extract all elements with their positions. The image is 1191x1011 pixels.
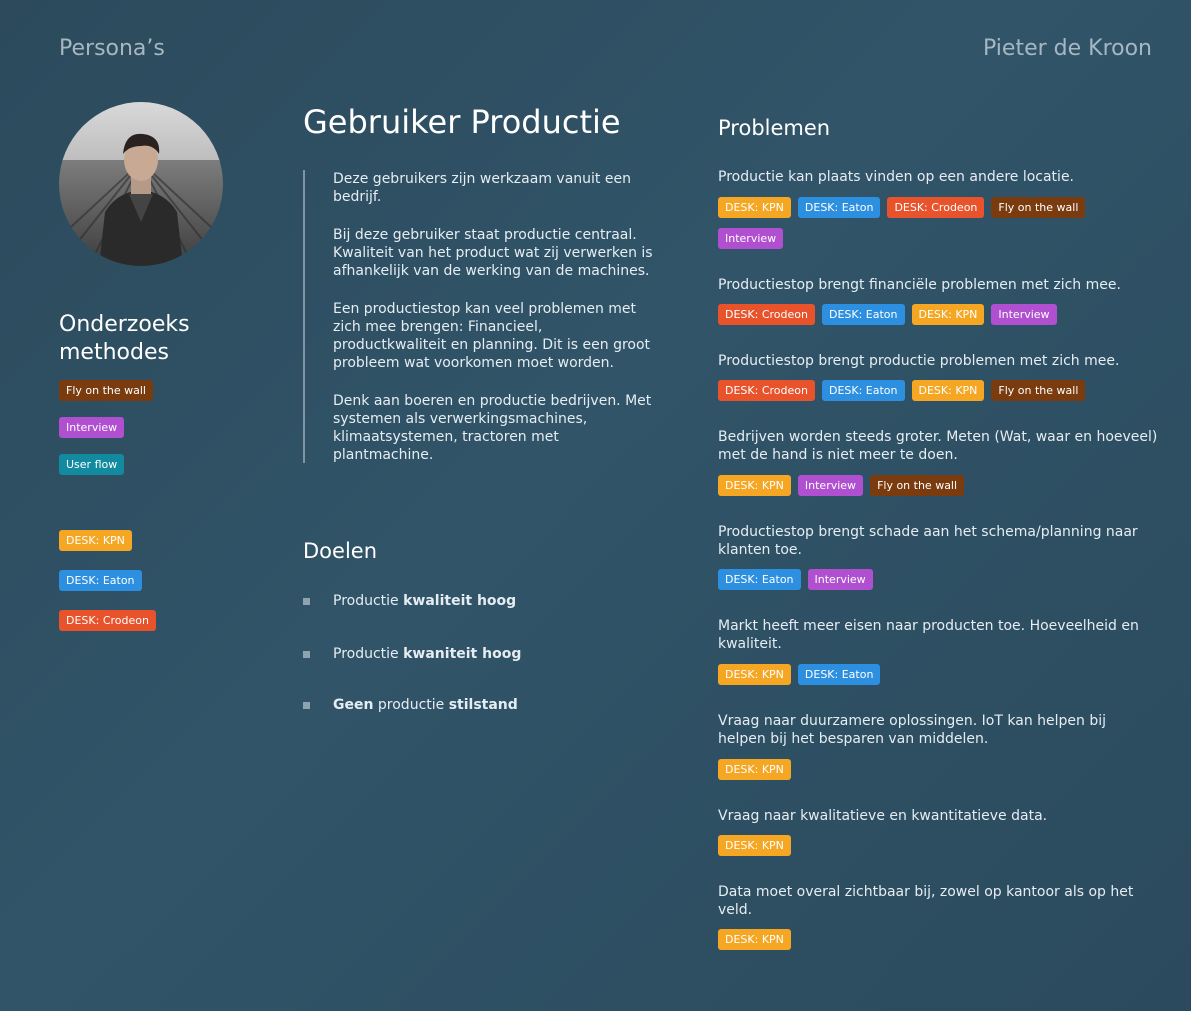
tag-desk-eaton: DESK: Eaton bbox=[797, 664, 881, 685]
goal-emphasis: stilstand bbox=[448, 697, 518, 713]
tag-desk-kpn: DESK: KPN bbox=[718, 759, 791, 780]
problem-tags: DESK: Crodeon DESK: Eaton DESK: KPN Fly on … bbox=[718, 380, 1092, 401]
tag-interview: Interview bbox=[797, 475, 864, 496]
tag-desk-kpn: DESK: KPN bbox=[59, 530, 132, 551]
section-title: Persona’s bbox=[59, 36, 165, 61]
persona-description: Deze gebruikers zijn werkzaam vanuit een… bbox=[303, 170, 660, 463]
problem-text: Markt heeft meer eisen naar producten to… bbox=[718, 618, 1139, 652]
tag-user-flow: User flow bbox=[59, 454, 125, 475]
problem-text: Productiestop brengt productie problemen… bbox=[718, 353, 1120, 369]
persona-title: Gebruiker Productie bbox=[303, 103, 621, 141]
tag-desk-kpn: DESK: KPN bbox=[718, 835, 791, 856]
description-paragraph: Denk aan boeren en productie bedrijven. … bbox=[333, 393, 652, 463]
problem-text: Bedrijven worden steeds groter. Meten (W… bbox=[718, 429, 1158, 463]
problem-tags: DESK: KPN DESK: Eaton DESK: Crodeon Fly on … bbox=[718, 197, 1092, 218]
problem-tags: DESK: KPN bbox=[718, 759, 798, 780]
tag-desk-eaton: DESK: Eaton bbox=[718, 569, 801, 590]
description-paragraph: Bij deze gebruiker staat productie centr… bbox=[333, 227, 653, 279]
tag-desk-kpn: DESK: KPN bbox=[718, 197, 791, 218]
goal-text: productie bbox=[373, 697, 449, 713]
tag-interview: Interview bbox=[991, 304, 1057, 325]
problem-tags: DESK: Crodeon DESK: Eaton DESK: KPN Intervi… bbox=[718, 304, 1064, 325]
tag-desk-eaton: DESK: Eaton bbox=[797, 197, 881, 218]
problem-tags: DESK: KPN bbox=[718, 835, 798, 856]
problem-text: Productiestop brengt financiële probleme… bbox=[718, 277, 1121, 293]
tag-desk-kpn: DESK: KPN bbox=[911, 380, 985, 401]
tag-fly-on-the-wall: Fly on the wall bbox=[991, 380, 1086, 401]
author-name: Pieter de Kroon bbox=[983, 36, 1152, 61]
tag-desk-kpn: DESK: KPN bbox=[718, 475, 791, 496]
problem-text: Data moet overal zichtbaar bij, zowel op… bbox=[718, 884, 1134, 918]
tag-desk-kpn: DESK: KPN bbox=[718, 929, 791, 950]
tag-fly-on-the-wall: Fly on the wall bbox=[991, 197, 1086, 218]
tag-desk-kpn: DESK: KPN bbox=[911, 304, 985, 325]
problem-text: Vraag naar duurzamere oplossingen. IoT k… bbox=[718, 713, 1107, 747]
avatar-photo bbox=[59, 102, 223, 266]
problem-tags: Interview bbox=[718, 228, 790, 249]
problem-tags: DESK: KPN bbox=[718, 929, 798, 950]
goal-emphasis: Geen bbox=[333, 697, 374, 713]
description-paragraph: Deze gebruikers zijn werkzaam vanuit een… bbox=[333, 171, 631, 205]
tag-interview: Interview bbox=[807, 569, 873, 590]
tag-desk-crodeon: DESK: Crodeon bbox=[59, 610, 156, 631]
tag-desk-crodeon: DESK: Crodeon bbox=[718, 380, 815, 401]
avatar bbox=[59, 102, 223, 266]
problem-tags: DESK: Eaton Interview bbox=[718, 569, 880, 590]
tag-desk-eaton: DESK: Eaton bbox=[821, 380, 905, 401]
goal-text: Productie bbox=[333, 593, 404, 609]
problem-text: Productiestop brengt schade aan het sche… bbox=[718, 524, 1138, 558]
tag-fly-on-the-wall: Fly on the wall bbox=[870, 475, 965, 496]
bullet-icon bbox=[303, 598, 310, 605]
goal-emphasis: kwaniteit hoog bbox=[403, 646, 522, 662]
tag-desk-kpn: DESK: KPN bbox=[718, 664, 791, 685]
problem-tags: DESK: KPN Interview Fly on the wall bbox=[718, 475, 971, 496]
tag-desk-eaton: DESK: Eaton bbox=[59, 570, 142, 591]
tag-fly-on-the-wall: Fly on the wall bbox=[59, 380, 153, 401]
problems-title: Problemen bbox=[718, 116, 831, 140]
goals-title: Doelen bbox=[303, 539, 378, 563]
bullet-icon bbox=[303, 651, 310, 658]
goal-emphasis: kwaliteit hoog bbox=[403, 593, 517, 609]
problem-text: Productie kan plaats vinden op een ander… bbox=[718, 169, 1075, 185]
goal-text: Productie bbox=[333, 646, 404, 662]
tag-interview: Interview bbox=[718, 228, 784, 249]
tag-desk-crodeon: DESK: Crodeon bbox=[887, 197, 985, 218]
tag-interview: Interview bbox=[59, 417, 125, 438]
methods-title: Onderzoeks methodes bbox=[59, 312, 190, 365]
description-paragraph: Een productiestop kan veel problemen met… bbox=[333, 301, 651, 371]
tag-desk-eaton: DESK: Eaton bbox=[821, 304, 905, 325]
problem-tags: DESK: KPN DESK: Eaton bbox=[718, 664, 887, 685]
problem-text: Vraag naar kwalitatieve en kwantitatieve… bbox=[718, 808, 1048, 824]
tag-desk-crodeon: DESK: Crodeon bbox=[718, 304, 815, 325]
bullet-icon bbox=[303, 702, 310, 709]
